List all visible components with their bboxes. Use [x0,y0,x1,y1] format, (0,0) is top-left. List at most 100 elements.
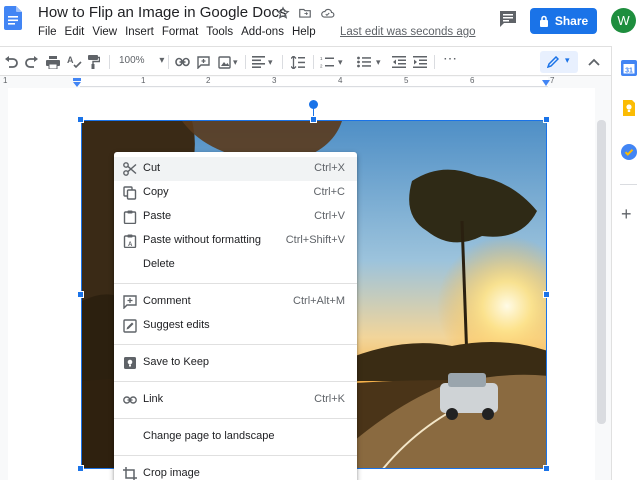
menu-item-label: Delete [143,258,175,270]
copy-icon [123,186,137,200]
menu-insert[interactable]: Insert [125,26,159,38]
share-button[interactable]: Share [530,8,597,34]
line-spacing-icon[interactable] [291,54,305,70]
suggest-edits-icon [123,319,137,333]
comment-history-icon[interactable] [498,10,518,28]
star-icon[interactable] [275,5,291,21]
move-folder-icon[interactable] [297,5,313,21]
menu-addons[interactable]: Add-ons [241,26,289,38]
menu-item-paste[interactable]: Paste Ctrl+V [114,205,357,229]
paste-plain-icon: A [123,234,137,248]
add-comment-icon[interactable] [197,54,210,70]
menu-item-label: Link [143,393,164,405]
paint-format-icon[interactable] [88,54,100,70]
resize-handle-bottom-left[interactable] [77,465,84,472]
resize-handle-top[interactable] [310,116,317,123]
google-docs-logo-icon[interactable] [4,6,22,30]
menu-item-save-to-keep[interactable]: Save to Keep [114,351,357,375]
last-edit-link[interactable]: Last edit was seconds ago [340,26,476,38]
menu-item-link[interactable]: Link Ctrl+K [114,388,357,412]
right-indent-marker-icon[interactable] [541,80,551,88]
keep-icon[interactable] [621,100,637,116]
menu-item-shortcut: Ctrl+K [314,393,345,405]
add-ons-plus-icon[interactable]: + [621,205,632,223]
zoom-select[interactable]: 100% ▾ [119,55,164,66]
tasks-icon[interactable] [621,144,637,160]
resize-handle-top-left[interactable] [77,116,84,123]
menu-separator [114,283,357,284]
menu-bar: File Edit View Insert Format Tools Add-o… [38,26,324,38]
insert-image-icon[interactable] [218,54,231,70]
decrease-indent-icon[interactable] [392,54,406,70]
more-options-icon[interactable]: ⋯ [443,50,457,66]
menu-view[interactable]: View [92,26,122,38]
menu-item-crop-image[interactable]: Crop image [114,462,357,480]
menu-format[interactable]: Format [162,26,203,38]
menu-item-label: Paste without formatting [143,234,262,246]
context-menu: Cut Ctrl+X Copy Ctrl+C Paste Ctrl+V A Pa… [114,152,357,480]
menu-item-cut[interactable]: Cut Ctrl+X [114,157,357,181]
cloud-saved-icon[interactable] [319,5,335,21]
menu-separator [114,418,357,419]
menu-item-suggest-edits[interactable]: Suggest edits [114,314,357,338]
document-title[interactable]: How to Flip an Image in Google Docs [38,4,286,21]
bulleted-list-icon[interactable] [357,54,371,70]
svg-text:A: A [67,55,74,65]
resize-handle-top-right[interactable] [543,116,550,123]
menu-file[interactable]: File [38,26,62,38]
undo-icon[interactable] [4,54,18,70]
print-icon[interactable] [46,54,60,70]
vertical-scrollbar[interactable] [597,120,606,424]
chevron-down-icon: ▾ [159,55,165,66]
comment-icon [123,295,137,309]
editing-mode-button[interactable]: ▾ [540,51,578,73]
hide-menus-chevron-up-icon[interactable] [588,54,600,70]
align-left-icon[interactable] [252,54,265,70]
increase-indent-icon[interactable] [413,54,427,70]
numbered-list-chevron-icon[interactable]: ▾ [338,54,343,70]
resize-handle-left[interactable] [77,291,84,298]
menu-separator [114,344,357,345]
share-label: Share [554,14,589,28]
menu-item-copy[interactable]: Copy Ctrl+C [114,181,357,205]
toolbar: A 100% ▾ ▾ ▾ 12 ▾ ▾ ⋯ ▾ [0,46,611,76]
side-panel: 31 + [611,46,644,480]
menu-item-shortcut: Ctrl+C [313,186,345,198]
menu-help[interactable]: Help [292,26,321,38]
left-indent-marker-icon[interactable] [72,78,82,88]
menu-item-comment[interactable]: Comment Ctrl+Alt+M [114,290,357,314]
menu-tools[interactable]: Tools [206,26,238,38]
account-avatar[interactable]: W [611,8,636,33]
numbered-list-icon[interactable]: 12 [320,54,334,70]
paste-icon [123,210,137,224]
svg-text:1: 1 [320,56,323,61]
rotation-handle[interactable] [309,100,318,109]
header: How to Flip an Image in Google Docs File… [0,0,644,46]
redo-icon[interactable] [25,54,39,70]
calendar-icon[interactable]: 31 [621,60,637,76]
menu-item-label: Crop image [143,467,200,479]
menu-item-label: Change page to landscape [143,430,275,442]
resize-handle-right[interactable] [543,291,550,298]
menu-item-label: Copy [143,186,169,198]
ruler-number: 1 [3,76,8,85]
menu-item-shortcut: Ctrl+X [314,162,345,174]
menu-separator [114,455,357,456]
svg-text:A: A [128,242,133,248]
menu-item-label: Cut [143,162,161,174]
menu-item-delete[interactable]: Delete [114,253,357,277]
menu-item-paste-without-formatting[interactable]: A Paste without formatting Ctrl+Shift+V [114,229,357,253]
link-icon[interactable] [175,54,190,70]
ruler-number: 4 [338,76,343,85]
image-options-chevron-icon[interactable]: ▾ [233,54,238,70]
resize-handle-bottom-right[interactable] [543,465,550,472]
spellcheck-icon[interactable]: A [67,54,82,70]
align-chevron-icon[interactable]: ▾ [268,54,273,70]
zoom-value: 100% [119,55,145,66]
bulleted-list-chevron-icon[interactable]: ▾ [376,54,381,70]
menu-item-change-page-to-landscape[interactable]: Change page to landscape [114,425,357,449]
ruler: 1 1 2 3 4 5 6 7 [0,76,611,88]
ruler-number: 2 [206,76,211,85]
menu-item-label: Paste [143,210,172,222]
menu-edit[interactable]: Edit [65,26,90,38]
